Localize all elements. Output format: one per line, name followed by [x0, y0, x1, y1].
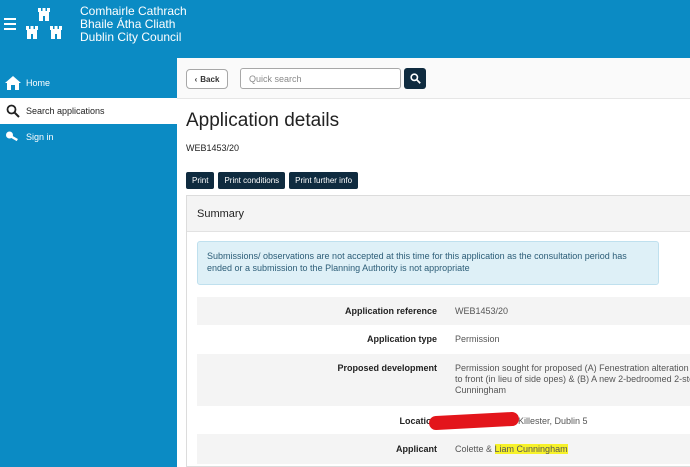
detail-value: Colette & Liam Cunningham [455, 444, 690, 455]
detail-value: Permission sought for proposed (A) Fenes… [455, 363, 690, 396]
sidebar-item-label: Sign in [26, 132, 54, 142]
toolbar: ‹ Back [177, 58, 690, 99]
print-further-info-button[interactable]: Print further info [289, 172, 359, 189]
sidebar-item-label: Search applications [26, 106, 105, 116]
applicant-name-highlighted: Liam Cunningham [494, 444, 568, 454]
council-name-english: Dublin City Council [80, 30, 182, 44]
sidebar-item-label: Home [26, 78, 51, 88]
print-button-group: Print Print conditions Print further inf… [186, 172, 359, 189]
main-content: ‹ Back Application details WEB1453/20 Pr… [177, 58, 690, 467]
quick-search-input[interactable] [240, 68, 401, 89]
detail-value-line: Cunningham [455, 385, 507, 395]
detail-label: Applicant [395, 444, 437, 454]
council-name[interactable]: Comhairle Cathrach Bhaile Átha Cliath Du… [80, 5, 187, 44]
application-reference-subtitle: WEB1453/20 [186, 143, 240, 153]
detail-row-application-type: Application type Permission [197, 325, 690, 354]
back-button[interactable]: ‹ Back [186, 69, 228, 89]
print-button[interactable]: Print [186, 172, 215, 189]
chevron-left-icon: ‹ [194, 74, 198, 84]
notice-line: Submissions/ observations are not accept… [207, 251, 627, 261]
detail-row-proposed-development: Proposed development Permission sought f… [197, 354, 690, 406]
search-submit-button[interactable] [404, 68, 426, 89]
detail-label: Application reference [344, 306, 437, 316]
detail-row-location: Location , Killester, Dublin 5 [197, 407, 690, 434]
detail-value: Permission [455, 334, 500, 344]
detail-row-applicant: Applicant Colette & Liam Cunningham [197, 434, 690, 464]
home-icon [2, 75, 24, 91]
search-icon [409, 73, 421, 84]
detail-label: Application type [366, 334, 437, 344]
sidebar-item-home[interactable]: Home [0, 70, 177, 96]
print-conditions-button[interactable]: Print conditions [218, 172, 286, 189]
detail-value: WEB1453/20 [455, 306, 509, 316]
sidebar-item-search-applications[interactable]: Search applications [0, 98, 177, 124]
council-crest-logo[interactable] [24, 5, 64, 45]
key-icon [2, 130, 24, 144]
summary-heading: Summary [187, 196, 690, 232]
search-icon [2, 104, 24, 118]
detail-label: Location [399, 416, 438, 426]
hamburger-menu-icon[interactable] [4, 18, 16, 32]
detail-label: Proposed development [337, 363, 437, 373]
page-title: Application details [186, 110, 340, 131]
detail-value-line: Permission sought for proposed (A) Fenes… [455, 363, 689, 373]
redaction-mark [428, 411, 520, 431]
sidebar-item-sign-in[interactable]: Sign in [0, 124, 177, 150]
detail-row-application-reference: Application reference WEB1453/20 [197, 297, 690, 325]
detail-value-line: to front (in lieu of side opes) & (B) A … [455, 374, 690, 384]
back-button-label: Back [200, 74, 220, 84]
notice-line: ended or a submission to the Planning Au… [207, 263, 470, 273]
site-header: Comhairle Cathrach Bhaile Átha Cliath Du… [0, 0, 690, 58]
sidebar: Home Search applications Sign in [0, 58, 177, 467]
submissions-notice: Submissions/ observations are not accept… [197, 241, 659, 285]
applicant-name-prefix: Colette & [455, 444, 495, 454]
detail-value: , Killester, Dublin 5 [513, 416, 588, 426]
summary-panel: Summary Submissions/ observations are no… [186, 195, 690, 467]
